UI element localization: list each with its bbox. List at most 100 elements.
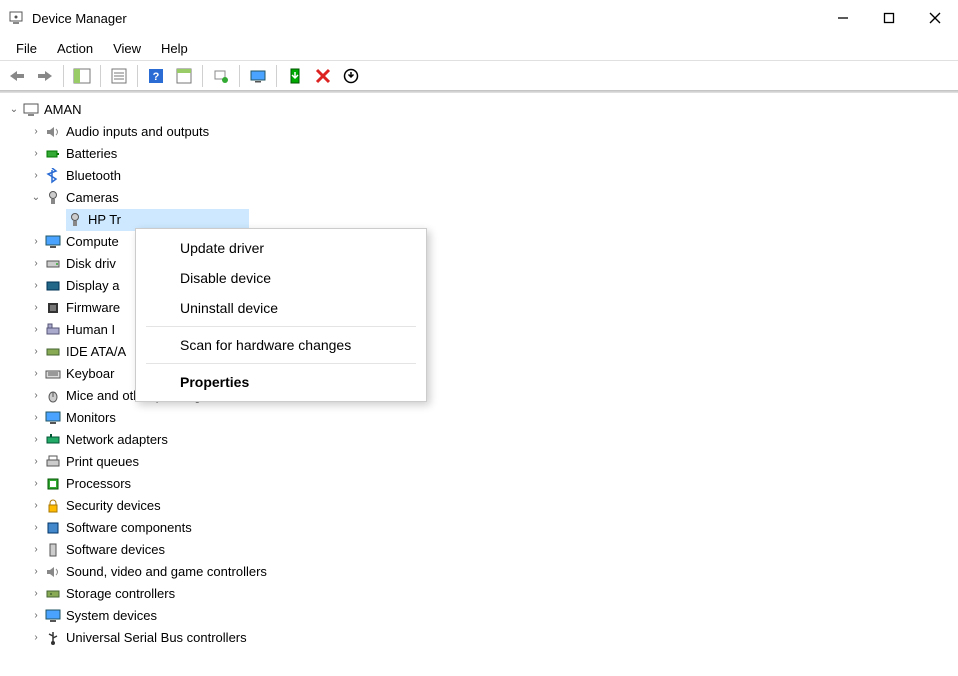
chevron-down-icon[interactable]: ⌄ bbox=[28, 190, 44, 206]
chevron-right-icon[interactable]: › bbox=[28, 564, 44, 580]
toolbar: ? bbox=[0, 60, 958, 90]
tree-node-storage[interactable]: › Storage controllers bbox=[6, 583, 958, 605]
keyboard-icon bbox=[44, 365, 62, 383]
help-button[interactable]: ? bbox=[143, 63, 169, 89]
chevron-right-icon[interactable]: › bbox=[28, 586, 44, 602]
back-button[interactable] bbox=[4, 63, 30, 89]
tree-node-sound[interactable]: › Sound, video and game controllers bbox=[6, 561, 958, 583]
properties-button[interactable] bbox=[106, 63, 132, 89]
display-adapter-icon bbox=[44, 277, 62, 295]
window-title: Device Manager bbox=[32, 11, 127, 26]
tree-node-label: Processors bbox=[66, 473, 131, 495]
chevron-right-icon[interactable]: › bbox=[28, 366, 44, 382]
tree-node-batteries[interactable]: › Batteries bbox=[6, 143, 958, 165]
tree-node-usb[interactable]: › Universal Serial Bus controllers bbox=[6, 627, 958, 649]
usb-icon bbox=[44, 629, 62, 647]
maximize-button[interactable] bbox=[866, 0, 912, 36]
chevron-right-icon[interactable]: › bbox=[28, 542, 44, 558]
speaker-icon bbox=[44, 563, 62, 581]
chevron-down-icon[interactable]: ⌄ bbox=[6, 102, 22, 118]
disable-device-button[interactable] bbox=[338, 63, 364, 89]
tree-root-label: AMAN bbox=[44, 99, 82, 121]
minimize-button[interactable] bbox=[820, 0, 866, 36]
tree-node-system[interactable]: › System devices bbox=[6, 605, 958, 627]
app-icon bbox=[8, 10, 24, 26]
toolbar-separator bbox=[137, 65, 138, 87]
chevron-right-icon[interactable]: › bbox=[28, 476, 44, 492]
chevron-right-icon[interactable]: › bbox=[28, 432, 44, 448]
chevron-right-icon[interactable]: › bbox=[28, 454, 44, 470]
forward-button[interactable] bbox=[32, 63, 58, 89]
chevron-right-icon[interactable]: › bbox=[28, 608, 44, 624]
mouse-icon bbox=[44, 387, 62, 405]
menu-view[interactable]: View bbox=[103, 38, 151, 59]
update-driver-button[interactable] bbox=[208, 63, 234, 89]
show-hide-console-tree-button[interactable] bbox=[69, 63, 95, 89]
uninstall-device-button[interactable] bbox=[310, 63, 336, 89]
tree-root[interactable]: ⌄ AMAN bbox=[6, 99, 958, 121]
chevron-right-icon[interactable]: › bbox=[28, 278, 44, 294]
tree-node-cameras[interactable]: ⌄ Cameras bbox=[6, 187, 958, 209]
tree-node-label: Universal Serial Bus controllers bbox=[66, 627, 247, 649]
chevron-right-icon[interactable]: › bbox=[28, 344, 44, 360]
tree-node-label: Disk driv bbox=[66, 253, 116, 275]
tree-node-print[interactable]: › Print queues bbox=[6, 451, 958, 473]
chevron-right-icon[interactable]: › bbox=[28, 520, 44, 536]
tree-node-bluetooth[interactable]: › Bluetooth bbox=[6, 165, 958, 187]
camera-icon bbox=[66, 211, 84, 229]
toolbar-separator bbox=[239, 65, 240, 87]
chevron-right-icon[interactable]: › bbox=[28, 234, 44, 250]
battery-icon bbox=[44, 145, 62, 163]
ctx-disable-device[interactable]: Disable device bbox=[136, 263, 426, 293]
menubar: File Action View Help bbox=[0, 36, 958, 60]
ctx-uninstall-device[interactable]: Uninstall device bbox=[136, 293, 426, 323]
tree-node-label: Audio inputs and outputs bbox=[66, 121, 209, 143]
toolbar-separator bbox=[100, 65, 101, 87]
menu-help[interactable]: Help bbox=[151, 38, 198, 59]
chevron-right-icon[interactable]: › bbox=[28, 146, 44, 162]
tree-node-label: Software components bbox=[66, 517, 192, 539]
tree-node-label: Cameras bbox=[66, 187, 119, 209]
tree-node-monitors[interactable]: › Monitors bbox=[6, 407, 958, 429]
ctx-scan-hardware[interactable]: Scan for hardware changes bbox=[136, 330, 426, 360]
network-icon bbox=[44, 431, 62, 449]
chevron-right-icon[interactable]: › bbox=[28, 168, 44, 184]
chevron-right-icon[interactable]: › bbox=[28, 498, 44, 514]
chevron-right-icon[interactable]: › bbox=[28, 256, 44, 272]
tree-node-label: Human I bbox=[66, 319, 115, 341]
bluetooth-icon bbox=[44, 167, 62, 185]
chevron-right-icon[interactable]: › bbox=[28, 388, 44, 404]
system-icon bbox=[44, 607, 62, 625]
ctx-properties[interactable]: Properties bbox=[136, 367, 426, 397]
tree-node-security[interactable]: › Security devices bbox=[6, 495, 958, 517]
toolbar-separator bbox=[276, 65, 277, 87]
chevron-right-icon[interactable]: › bbox=[28, 630, 44, 646]
scan-hardware-button[interactable] bbox=[245, 63, 271, 89]
tree-node-network[interactable]: › Network adapters bbox=[6, 429, 958, 451]
speaker-icon bbox=[44, 123, 62, 141]
tree-node-processors[interactable]: › Processors bbox=[6, 473, 958, 495]
action-properties-button[interactable] bbox=[171, 63, 197, 89]
disk-icon bbox=[44, 255, 62, 273]
chip-icon bbox=[44, 299, 62, 317]
monitor-icon bbox=[44, 409, 62, 427]
ctx-update-driver[interactable]: Update driver bbox=[136, 233, 426, 263]
tree-node-label: Network adapters bbox=[66, 429, 168, 451]
tree-node-label: Keyboar bbox=[66, 363, 114, 385]
ide-icon bbox=[44, 343, 62, 361]
ctx-separator bbox=[146, 363, 416, 364]
enable-device-button[interactable] bbox=[282, 63, 308, 89]
tree-node-swcomp[interactable]: › Software components bbox=[6, 517, 958, 539]
chevron-right-icon[interactable]: › bbox=[28, 124, 44, 140]
chevron-right-icon[interactable]: › bbox=[28, 322, 44, 338]
menu-action[interactable]: Action bbox=[47, 38, 103, 59]
context-menu: Update driver Disable device Uninstall d… bbox=[135, 228, 427, 402]
tree-node-label: IDE ATA/A bbox=[66, 341, 126, 363]
ctx-separator bbox=[146, 326, 416, 327]
chevron-right-icon[interactable]: › bbox=[28, 300, 44, 316]
menu-file[interactable]: File bbox=[6, 38, 47, 59]
tree-node-swdev[interactable]: › Software devices bbox=[6, 539, 958, 561]
tree-node-audio[interactable]: › Audio inputs and outputs bbox=[6, 121, 958, 143]
close-button[interactable] bbox=[912, 0, 958, 36]
chevron-right-icon[interactable]: › bbox=[28, 410, 44, 426]
